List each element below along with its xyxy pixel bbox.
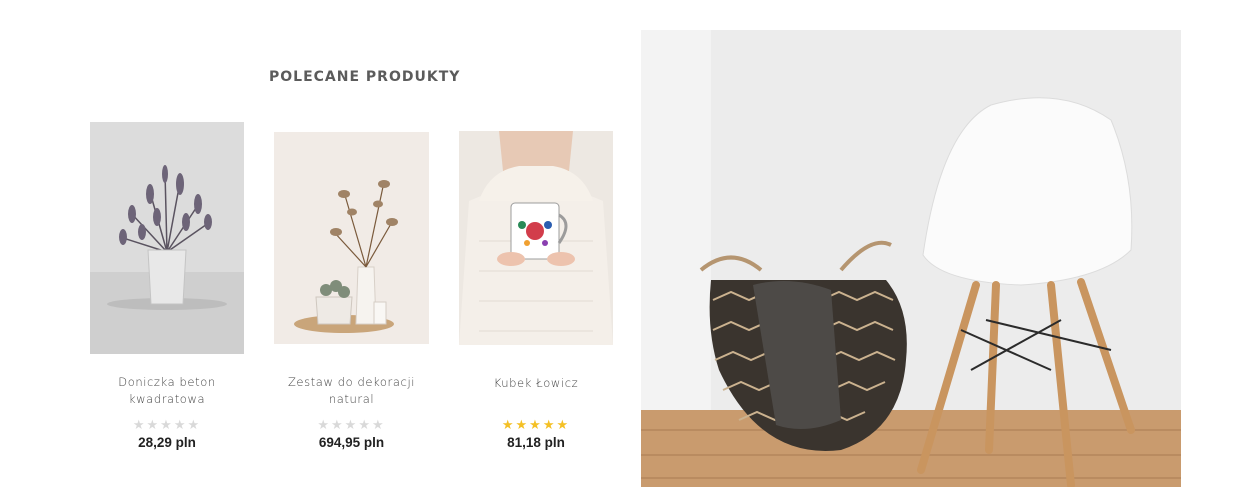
product-price: 694,95 pln [318,435,385,450]
star-icon: ★ [173,417,188,432]
star-icon: ★ [529,417,543,432]
product-image[interactable] [459,131,613,345]
star-icon: ★ [132,417,147,432]
star-icon: ★ [542,417,557,432]
star-icon: ★ [331,417,345,432]
product-image[interactable] [90,122,244,354]
section-title: POLECANE PRODUKTY [269,69,461,85]
product-card: Kubek Łowicz ★★★★★ 81,18 pln [459,131,613,462]
star-icon: ★ [501,417,516,432]
star-icon: ★ [556,417,571,432]
product-name[interactable]: Zestaw do dekoracji natural [274,374,429,408]
star-icon: ★ [146,417,161,432]
star-icon: ★ [344,417,359,432]
product-rating: ★★★★★ [274,417,429,433]
star-icon: ★ [358,417,372,432]
product-name[interactable]: Doniczka beton kwadratowa [90,374,244,408]
product-rating: ★★★★★ [459,417,613,433]
star-icon: ★ [317,417,332,432]
product-rating: ★★★★★ [90,417,244,433]
promo-banner-image[interactable] [641,30,1181,487]
star-icon: ★ [160,417,174,432]
product-price: 28,29 pln [138,435,196,450]
star-icon: ★ [515,417,530,432]
star-icon: ★ [371,417,386,432]
product-image[interactable] [274,132,429,344]
product-card: Zestaw do dekoracji natural ★★★★★ 694,95… [274,132,429,462]
star-icon: ★ [187,417,202,432]
product-card: Doniczka beton kwadratowa ★★★★★ 28,29 pl… [90,122,244,462]
product-name[interactable]: Kubek Łowicz [459,375,613,392]
product-price: 81,18 pln [507,435,565,450]
